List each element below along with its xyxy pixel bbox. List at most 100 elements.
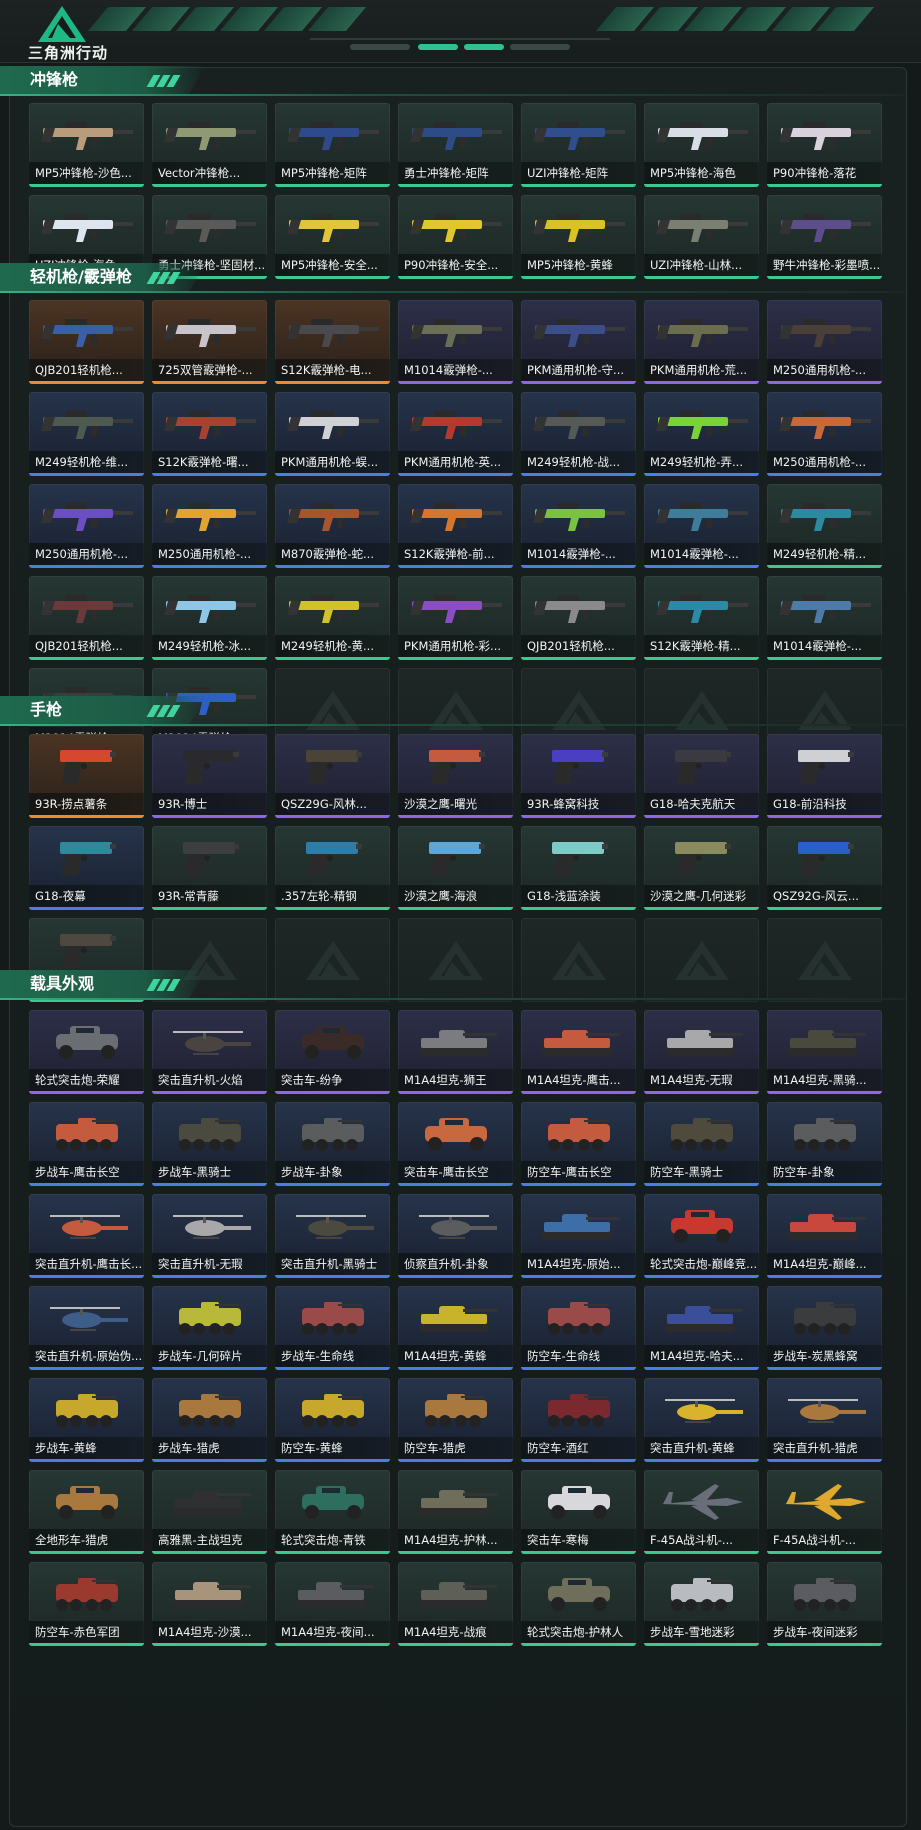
skin-card[interactable]: 步战车-夜间迷彩 xyxy=(767,1562,882,1646)
skin-card[interactable]: 防空车-酒红 xyxy=(521,1378,636,1462)
skin-card[interactable]: M1A4坦克-战痕 xyxy=(398,1562,513,1646)
skin-card[interactable]: 突击直升机-无瑕 xyxy=(152,1194,267,1278)
skin-card[interactable]: 步战车-黄蜂 xyxy=(29,1378,144,1462)
skin-card[interactable]: 轮式突击炮-荣耀 xyxy=(29,1010,144,1094)
skin-card[interactable]: 防空车-猎虎 xyxy=(398,1378,513,1462)
skin-card[interactable]: G18-浅蓝涂装 xyxy=(521,826,636,910)
skin-card[interactable]: M1014霰弹枪-... xyxy=(521,484,636,568)
skin-card[interactable]: 勇士冲锋枪-矩阵 xyxy=(398,103,513,187)
skin-card[interactable]: 突击直升机-黄蜂 xyxy=(644,1378,759,1462)
skin-card[interactable]: 步战车-生命线 xyxy=(275,1286,390,1370)
skin-card[interactable]: M250通用机枪-... xyxy=(767,392,882,476)
skin-card[interactable]: MP5冲锋枪-矩阵 xyxy=(275,103,390,187)
skin-card[interactable]: 防空车-生命线 xyxy=(521,1286,636,1370)
skin-card[interactable]: 突击车-纷争 xyxy=(275,1010,390,1094)
skin-card[interactable]: 步战车-黑骑士 xyxy=(152,1102,267,1186)
skin-card[interactable]: 全地形车-猎虎 xyxy=(29,1470,144,1554)
skin-card[interactable]: 步战车-鹰击长空 xyxy=(29,1102,144,1186)
skin-card[interactable]: 突击直升机-原始伪... xyxy=(29,1286,144,1370)
skin-card[interactable]: F-45A战斗机-... xyxy=(767,1470,882,1554)
skin-card[interactable]: M1A4坦克-巅峰... xyxy=(767,1194,882,1278)
skin-card[interactable]: M1A4坦克-鹰击... xyxy=(521,1010,636,1094)
skin-card[interactable]: M870霰弹枪-蛇... xyxy=(275,484,390,568)
skin-card[interactable]: MP5冲锋枪-海色 xyxy=(644,103,759,187)
skin-card[interactable]: QJB201轻机枪... xyxy=(521,576,636,660)
skin-card[interactable]: M1A4坦克-黄蜂 xyxy=(398,1286,513,1370)
skin-card[interactable]: 沙漠之鹰-几何迷彩 xyxy=(644,826,759,910)
skin-card[interactable]: 侦察直升机-卦象 xyxy=(398,1194,513,1278)
skin-card[interactable]: M1A4坦克-黑骑... xyxy=(767,1010,882,1094)
skin-card[interactable]: 突击车-寒梅 xyxy=(521,1470,636,1554)
skin-card[interactable]: 防空车-黑骑士 xyxy=(644,1102,759,1186)
skin-card[interactable]: M1A4坦克-原始... xyxy=(521,1194,636,1278)
skin-card[interactable]: M1A4坦克-夜间... xyxy=(275,1562,390,1646)
skin-card[interactable]: QSZ29G-风林... xyxy=(275,734,390,818)
skin-card[interactable]: M249轻机枪-精... xyxy=(767,484,882,568)
skin-card[interactable]: QSZ92G-风云... xyxy=(767,826,882,910)
skin-card[interactable]: 步战车-猎虎 xyxy=(152,1378,267,1462)
skin-card[interactable]: S12K霰弹枪-精... xyxy=(644,576,759,660)
skin-card[interactable]: PKM通用机枪-英... xyxy=(398,392,513,476)
skin-card[interactable]: 突击直升机-猎虎 xyxy=(767,1378,882,1462)
skin-card[interactable]: F-45A战斗机-... xyxy=(644,1470,759,1554)
skin-card[interactable]: S12K霰弹枪-前... xyxy=(398,484,513,568)
skin-card[interactable]: MP5冲锋枪-沙色... xyxy=(29,103,144,187)
skin-card[interactable]: G18-前沿科技 xyxy=(767,734,882,818)
skin-card[interactable]: 轮式突击炮-巅峰竞... xyxy=(644,1194,759,1278)
skin-card[interactable]: M1014霰弹枪-... xyxy=(398,300,513,384)
skin-card[interactable]: S12K霰弹枪-电... xyxy=(275,300,390,384)
skin-card[interactable]: M250通用机枪-... xyxy=(29,484,144,568)
skin-card[interactable]: .357左轮-精钢 xyxy=(275,826,390,910)
skin-card[interactable]: M249轻机枪-弄... xyxy=(644,392,759,476)
skin-card[interactable]: PKM通用机枪-彩... xyxy=(398,576,513,660)
skin-card[interactable]: M1A4坦克-哈夫... xyxy=(644,1286,759,1370)
skin-card[interactable]: Vector冲锋枪... xyxy=(152,103,267,187)
skin-card[interactable]: 突击直升机-火焰 xyxy=(152,1010,267,1094)
skin-card[interactable]: 93R-捞点薯条 xyxy=(29,734,144,818)
tank-skin-icon xyxy=(406,1568,505,1618)
skin-card[interactable]: 突击直升机-鹰击长... xyxy=(29,1194,144,1278)
skin-card[interactable]: 步战车-炭黑蜂窝 xyxy=(767,1286,882,1370)
skin-card[interactable]: 725双管霰弹枪-... xyxy=(152,300,267,384)
skin-card[interactable]: QJB201轻机枪... xyxy=(29,300,144,384)
skin-card[interactable]: M250通用机枪-... xyxy=(767,300,882,384)
skin-card[interactable]: PKM通用机枪-荒... xyxy=(644,300,759,384)
skin-card[interactable]: 防空车-赤色军团 xyxy=(29,1562,144,1646)
skin-card[interactable]: M249轻机枪-冰... xyxy=(152,576,267,660)
skin-card[interactable]: M250通用机枪-... xyxy=(152,484,267,568)
skin-card[interactable]: G18-哈夫克航天 xyxy=(644,734,759,818)
skin-card[interactable]: 轮式突击炮-护林人 xyxy=(521,1562,636,1646)
skin-card[interactable]: M1014霰弹枪-... xyxy=(767,576,882,660)
skin-card[interactable]: 轮式突击炮-青铁 xyxy=(275,1470,390,1554)
skin-card[interactable]: 突击直升机-黑骑士 xyxy=(275,1194,390,1278)
skin-card[interactable]: 沙漠之鹰-海浪 xyxy=(398,826,513,910)
skin-card[interactable]: 93R-蜂窝科技 xyxy=(521,734,636,818)
skin-card[interactable]: M249轻机枪-维... xyxy=(29,392,144,476)
skin-card[interactable]: 高雅黑-主战坦克 xyxy=(152,1470,267,1554)
skin-card[interactable]: M1014霰弹枪-... xyxy=(644,484,759,568)
skin-card[interactable]: M249轻机枪-黄... xyxy=(275,576,390,660)
skin-card[interactable]: 防空车-黄蜂 xyxy=(275,1378,390,1462)
rarity-bar xyxy=(644,657,759,660)
skin-card[interactable]: 步战车-雪地迷彩 xyxy=(644,1562,759,1646)
skin-card[interactable]: M1A4坦克-无瑕 xyxy=(644,1010,759,1094)
skin-card[interactable]: 93R-博士 xyxy=(152,734,267,818)
skin-card[interactable]: S12K霰弹枪-曙... xyxy=(152,392,267,476)
skin-card[interactable]: PKM通用机枪-蜈... xyxy=(275,392,390,476)
skin-card[interactable]: M1A4坦克-沙漠... xyxy=(152,1562,267,1646)
skin-card[interactable]: QJB201轻机枪... xyxy=(29,576,144,660)
skin-card[interactable]: 步战车-卦象 xyxy=(275,1102,390,1186)
skin-card[interactable]: PKM通用机枪-守... xyxy=(521,300,636,384)
skin-card[interactable]: UZI冲锋枪-矩阵 xyxy=(521,103,636,187)
skin-card[interactable]: M1A4坦克-狮王 xyxy=(398,1010,513,1094)
skin-card[interactable]: M249轻机枪-战... xyxy=(521,392,636,476)
skin-card[interactable]: 步战车-几何碎片 xyxy=(152,1286,267,1370)
skin-card[interactable]: M1A4坦克-护林... xyxy=(398,1470,513,1554)
skin-card[interactable]: 沙漠之鹰-曙光 xyxy=(398,734,513,818)
skin-card[interactable]: 防空车-卦象 xyxy=(767,1102,882,1186)
skin-card[interactable]: 防空车-鹰击长空 xyxy=(521,1102,636,1186)
skin-card[interactable]: P90冲锋枪-落花 xyxy=(767,103,882,187)
skin-card[interactable]: G18-夜幕 xyxy=(29,826,144,910)
skin-card[interactable]: 93R-常青藤 xyxy=(152,826,267,910)
skin-card[interactable]: 突击车-鹰击长空 xyxy=(398,1102,513,1186)
